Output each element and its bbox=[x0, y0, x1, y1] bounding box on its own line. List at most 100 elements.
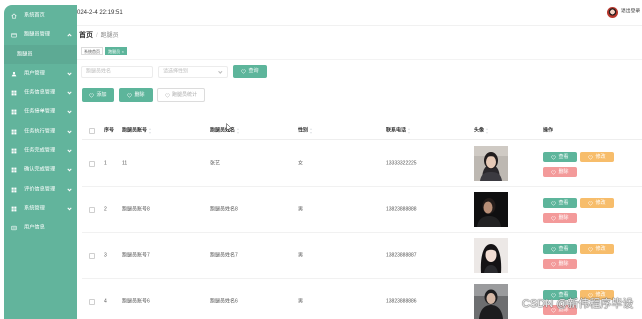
sidebar-item-task-complete[interactable]: 任务完成管理 bbox=[4, 141, 77, 160]
sidebar-item-runner-management[interactable]: 跑腿员管理 bbox=[4, 26, 77, 45]
avatar-image bbox=[474, 146, 508, 181]
avatar[interactable] bbox=[607, 7, 618, 18]
select-all-checkbox[interactable] bbox=[89, 128, 95, 134]
folder-icon bbox=[11, 32, 17, 38]
input-placeholder: 跑腿员姓名 bbox=[86, 68, 112, 75]
heart-icon bbox=[551, 154, 557, 160]
button-label: 删除 bbox=[558, 168, 569, 175]
column-header-account[interactable]: 跑腿员账号 bbox=[122, 128, 152, 134]
tab-label: 系统首页 bbox=[84, 49, 100, 54]
delete-button[interactable]: 删除 bbox=[543, 213, 577, 223]
cell-gender: 男 bbox=[298, 252, 304, 258]
sort-icon[interactable] bbox=[237, 128, 240, 134]
column-header-avatar[interactable]: 头像 bbox=[474, 128, 489, 134]
grid-icon bbox=[11, 167, 17, 173]
button-label: 查看 bbox=[558, 153, 569, 160]
sidebar-item-home[interactable]: 系统首页 bbox=[4, 6, 77, 25]
button-label: 删除 bbox=[558, 214, 569, 221]
cell-name: 跑腿员姓名7 bbox=[210, 252, 238, 258]
breadcrumb: 首页 / 跑腿员 bbox=[79, 32, 119, 39]
sidebar-item-label: 任务信息管理 bbox=[24, 89, 56, 96]
select-placeholder: 请选择性别 bbox=[163, 68, 189, 75]
cell-account: 跑腿员账号8 bbox=[122, 206, 150, 212]
sort-icon[interactable] bbox=[486, 128, 489, 134]
column-header-index: 序号 bbox=[104, 128, 114, 134]
table-header: 序号 跑腿员账号 跑腿员姓名 性别 联系电话 头像 操作 bbox=[82, 123, 642, 140]
column-header-name[interactable]: 跑腿员姓名 bbox=[210, 128, 240, 134]
avatar-image bbox=[474, 238, 508, 273]
delete-button[interactable]: 删除 bbox=[543, 259, 577, 269]
sort-icon[interactable] bbox=[408, 128, 411, 134]
column-label: 联系电话 bbox=[386, 127, 407, 134]
delete-button[interactable]: 删除 bbox=[543, 167, 577, 177]
grid-icon bbox=[11, 148, 17, 154]
mouse-cursor-icon bbox=[226, 123, 232, 132]
runner-name-search-input[interactable]: 跑腿员姓名 bbox=[81, 66, 153, 78]
tab-home[interactable]: 系统首页 bbox=[81, 47, 103, 55]
heart-icon bbox=[551, 246, 557, 252]
add-button[interactable]: 添加 bbox=[82, 88, 114, 102]
sidebar-item-task-accept[interactable]: 任务接单管理 bbox=[4, 103, 77, 122]
view-button[interactable]: 查看 bbox=[543, 152, 577, 162]
button-label: 修改 bbox=[595, 291, 606, 298]
heart-icon bbox=[551, 169, 557, 175]
sidebar-item-label: 用户管理 bbox=[24, 70, 45, 77]
breadcrumb-home[interactable]: 首页 bbox=[79, 32, 93, 39]
tab-close-icon[interactable]: × bbox=[122, 49, 124, 54]
sidebar-item-system[interactable]: 系统管理 bbox=[4, 199, 77, 218]
sidebar-item-user-info[interactable]: 用户信息 bbox=[4, 219, 77, 238]
heart-icon bbox=[588, 200, 594, 206]
view-button[interactable]: 查看 bbox=[543, 244, 577, 254]
chevron-down-icon bbox=[67, 70, 72, 76]
heart-icon bbox=[165, 92, 170, 98]
sidebar-subitem-runner[interactable]: 跑腿员 bbox=[4, 44, 77, 65]
button-label: 查看 bbox=[558, 291, 569, 298]
sort-icon[interactable] bbox=[149, 128, 152, 134]
cell-index: 1 bbox=[104, 160, 107, 166]
chevron-down-icon bbox=[67, 206, 72, 211]
sort-icon[interactable] bbox=[310, 128, 313, 134]
heart-icon bbox=[588, 292, 594, 298]
row-checkbox[interactable] bbox=[89, 252, 95, 259]
chevron-up-icon bbox=[67, 33, 72, 39]
sidebar-item-label: 评价信息管理 bbox=[24, 186, 56, 193]
chevron-down-icon bbox=[67, 148, 72, 153]
button-label: 查看 bbox=[558, 199, 569, 206]
row-checkbox[interactable] bbox=[89, 206, 95, 213]
logout-link[interactable]: 退出登录 bbox=[621, 9, 640, 15]
heart-icon bbox=[551, 261, 557, 267]
cell-index: 3 bbox=[104, 252, 107, 258]
table-row: 1 11 张艺 女 13333322225 查看 修改 删除 bbox=[82, 141, 642, 187]
sidebar-item-task-execute[interactable]: 任务执行管理 bbox=[4, 122, 77, 141]
edit-button[interactable]: 修改 bbox=[580, 244, 614, 254]
row-checkbox[interactable] bbox=[89, 298, 95, 305]
heart-icon bbox=[127, 92, 133, 98]
view-button[interactable]: 查看 bbox=[543, 198, 577, 208]
column-label: 操作 bbox=[543, 127, 554, 134]
sidebar-item-review-info[interactable]: 评价信息管理 bbox=[4, 180, 77, 199]
tab-runner[interactable]: 跑腿员 × bbox=[105, 47, 127, 55]
sidebar-item-label: 用户信息 bbox=[24, 224, 45, 231]
chevron-down-icon bbox=[67, 109, 72, 114]
cell-name: 张艺 bbox=[210, 160, 221, 166]
column-header-phone[interactable]: 联系电话 bbox=[386, 127, 411, 134]
watermark: CSDN @新伟程序毕设 bbox=[522, 298, 634, 310]
chevron-down-icon bbox=[67, 167, 72, 172]
button-label: 删除 bbox=[558, 260, 569, 267]
column-header-gender[interactable]: 性别 bbox=[298, 127, 313, 134]
sidebar-item-task-info[interactable]: 任务信息管理 bbox=[4, 83, 77, 102]
header-divider bbox=[77, 25, 642, 26]
row-checkbox[interactable] bbox=[89, 160, 95, 167]
sidebar-item-confirm-complete[interactable]: 确认完成管理 bbox=[4, 161, 77, 180]
edit-button[interactable]: 修改 bbox=[580, 152, 614, 162]
query-button[interactable]: 查询 bbox=[233, 65, 267, 78]
column-label: 性别 bbox=[298, 127, 309, 134]
edit-button[interactable]: 修改 bbox=[580, 198, 614, 208]
sidebar-item-user-management[interactable]: 用户管理 bbox=[4, 64, 77, 83]
button-label: 添加 bbox=[96, 91, 107, 98]
tabs-divider bbox=[77, 59, 642, 60]
stats-button[interactable]: 跑腿员统计 bbox=[157, 88, 205, 102]
gender-select[interactable]: 请选择性别 bbox=[158, 66, 228, 78]
batch-delete-button[interactable]: 删除 bbox=[119, 88, 153, 102]
chevron-down-icon bbox=[218, 69, 223, 74]
